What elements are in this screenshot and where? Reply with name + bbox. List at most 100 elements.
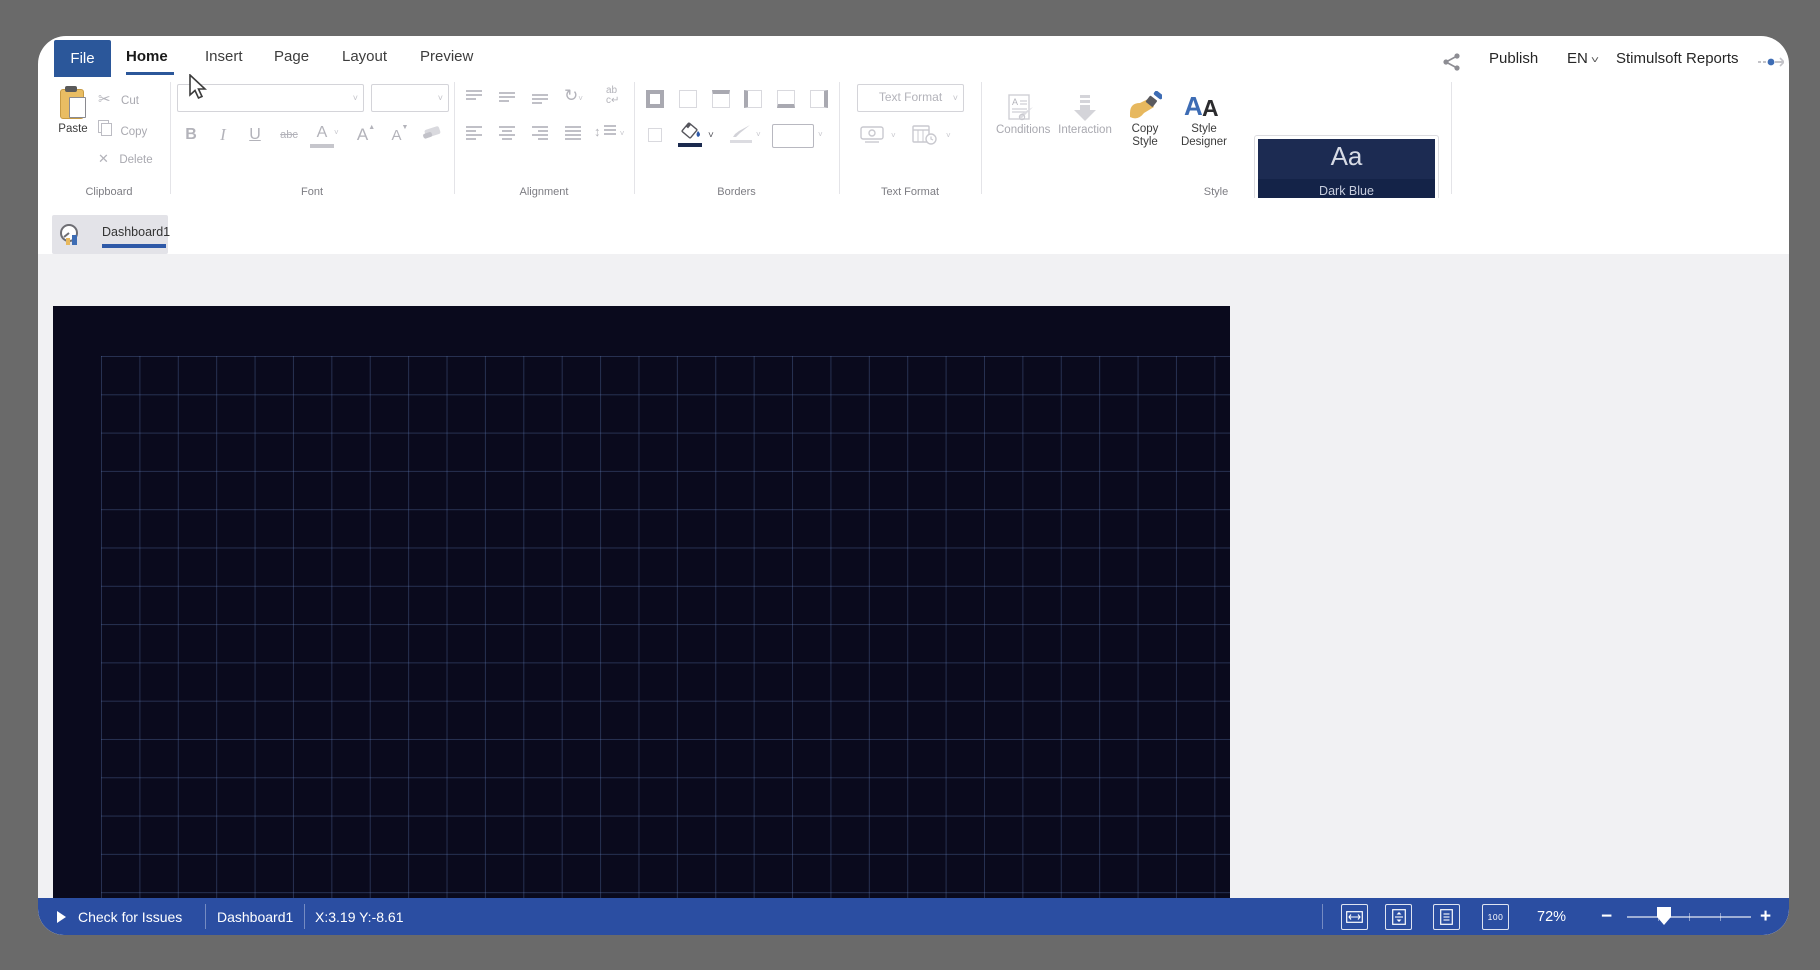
currency-format-button[interactable]: [860, 126, 886, 144]
designer-window: File Home Insert Page Layout Preview Pub…: [38, 36, 1789, 935]
chevron-down-icon[interactable]: ˅: [946, 131, 951, 140]
chevron-down-icon: ˅: [1591, 55, 1599, 66]
copy-button[interactable]: Copy: [98, 120, 147, 140]
left-border-button[interactable]: [744, 90, 762, 108]
delete-button[interactable]: ✕ Delete: [98, 150, 153, 168]
ribbon: Paste ✂ Cut Copy ✕ Delete Clipboard ˅: [38, 78, 1789, 199]
sheet-tab-active-underline: [102, 244, 166, 248]
text-rotation-button[interactable]: ↻˅: [564, 86, 583, 106]
group-separator: [170, 82, 171, 194]
play-icon: [57, 911, 66, 923]
fit-page-height-button[interactable]: [1385, 904, 1412, 930]
italic-button[interactable]: I: [210, 122, 236, 148]
brand-link[interactable]: Stimulsoft Reports: [1616, 50, 1739, 67]
statusbar-separator: [1322, 904, 1323, 929]
zoom-100-button[interactable]: 100: [1482, 904, 1509, 930]
wrap-line2: c↵: [606, 96, 619, 106]
style-group-label: Style: [981, 186, 1451, 198]
borders-group-label: Borders: [634, 186, 839, 198]
top-border-button[interactable]: [712, 90, 730, 108]
alignment-group-label: Alignment: [454, 186, 634, 198]
style-designer-button[interactable]: A A StyleDesigner: [1176, 91, 1232, 149]
border-style-selector[interactable]: [772, 124, 814, 148]
style-preview-text: Aa: [1258, 141, 1435, 172]
dashboard-canvas[interactable]: [53, 306, 1230, 904]
fill-color-button[interactable]: [678, 122, 704, 147]
dashboard-icon: [58, 223, 82, 247]
status-bar: Check for Issues Dashboard1 X:3.19 Y:-8.…: [38, 898, 1789, 935]
check-for-issues-button[interactable]: Check for Issues: [78, 898, 182, 935]
conditions-label: Conditions: [996, 124, 1046, 136]
tab-preview[interactable]: Preview: [420, 48, 473, 65]
paste-label: Paste: [56, 123, 90, 135]
font-size-combobox[interactable]: ˅: [371, 84, 449, 112]
text-format-value: Text Format: [858, 90, 963, 104]
tab-layout[interactable]: Layout: [342, 48, 387, 65]
copy-style-brush-icon: [1128, 91, 1162, 123]
datetime-format-button[interactable]: [912, 124, 938, 146]
paste-button[interactable]: Paste: [56, 86, 90, 148]
active-tab-underline: [126, 72, 174, 75]
zoom-slider-tick: [1689, 913, 1690, 921]
cut-button[interactable]: ✂ Cut: [98, 90, 139, 109]
zoom-in-button[interactable]: +: [1760, 898, 1771, 935]
border-color-button[interactable]: [730, 124, 754, 143]
file-button[interactable]: File: [54, 40, 111, 77]
no-borders-button[interactable]: [679, 90, 697, 108]
outside-border-button[interactable]: [648, 128, 662, 142]
chevron-down-icon[interactable]: ˅: [334, 128, 339, 137]
text-format-group-label: Text Format: [839, 186, 981, 198]
sheet-tab-label: Dashboard1: [102, 225, 170, 239]
conditions-button[interactable]: A Conditions: [996, 94, 1046, 136]
statusbar-sheet-name: Dashboard1: [217, 898, 293, 935]
calendar-clock-icon: [912, 124, 938, 146]
underline-button[interactable]: U: [242, 122, 268, 148]
rotate-icon: ↻: [564, 86, 578, 105]
clear-format-eraser-icon[interactable]: [422, 124, 442, 140]
interaction-arrow-icon: [1071, 94, 1099, 124]
bold-button[interactable]: B: [178, 122, 204, 148]
zoom-percentage: 72%: [1537, 898, 1566, 935]
style-designer-icon: A A: [1176, 91, 1232, 123]
font-color-button[interactable]: A: [310, 122, 334, 148]
style-designer-label: StyleDesigner: [1176, 123, 1232, 149]
right-border-button[interactable]: [810, 90, 828, 108]
fit-page-width-button[interactable]: [1341, 904, 1368, 930]
shrink-font-glyph: A: [392, 127, 402, 144]
font-group-label: Font: [170, 186, 454, 198]
grow-font-glyph: A: [357, 125, 368, 145]
tab-home[interactable]: Home: [126, 48, 168, 65]
tab-insert[interactable]: Insert: [205, 48, 243, 65]
zoom-out-button[interactable]: −: [1601, 898, 1612, 935]
svg-text:A: A: [1012, 97, 1018, 107]
sheet-tab-dashboard1[interactable]: Dashboard1: [52, 215, 168, 254]
publish-button[interactable]: Publish: [1489, 50, 1538, 67]
line-spacing-icon: ↕: [594, 124, 601, 139]
strikethrough-button[interactable]: abc: [274, 122, 304, 148]
group-separator: [454, 82, 455, 194]
copy-style-button[interactable]: CopyStyle: [1122, 91, 1168, 149]
text-format-selector[interactable]: Text Format ˅: [857, 84, 964, 112]
interaction-label: Interaction: [1056, 124, 1114, 136]
paste-icon: [60, 86, 86, 120]
border-color-swatch: [730, 140, 752, 143]
zoom-slider-thumb[interactable]: [1657, 907, 1671, 925]
interaction-button[interactable]: Interaction: [1056, 94, 1114, 136]
font-name-combobox[interactable]: ˅: [177, 84, 364, 112]
shrink-font-button[interactable]: A▼: [387, 122, 413, 148]
chevron-down-icon[interactable]: ˅: [708, 130, 714, 141]
share-icon[interactable]: [1442, 53, 1462, 71]
expand-issues-button[interactable]: [57, 898, 66, 935]
line-spacing-button[interactable]: ↕ ˅: [594, 124, 624, 139]
grow-font-button[interactable]: A▲: [353, 122, 379, 148]
language-dropdown[interactable]: EN ˅: [1567, 50, 1598, 67]
cut-label: Cut: [121, 95, 139, 107]
bottom-border-button[interactable]: [777, 90, 795, 108]
chevron-down-icon[interactable]: ˅: [818, 130, 823, 139]
chevron-down-icon[interactable]: ˅: [756, 130, 761, 139]
word-wrap-button[interactable]: ab c↵: [606, 86, 619, 106]
page-view-button[interactable]: [1433, 904, 1460, 930]
chevron-down-icon[interactable]: ˅: [891, 131, 896, 140]
tab-page[interactable]: Page: [274, 48, 309, 65]
all-borders-button[interactable]: [646, 90, 664, 108]
